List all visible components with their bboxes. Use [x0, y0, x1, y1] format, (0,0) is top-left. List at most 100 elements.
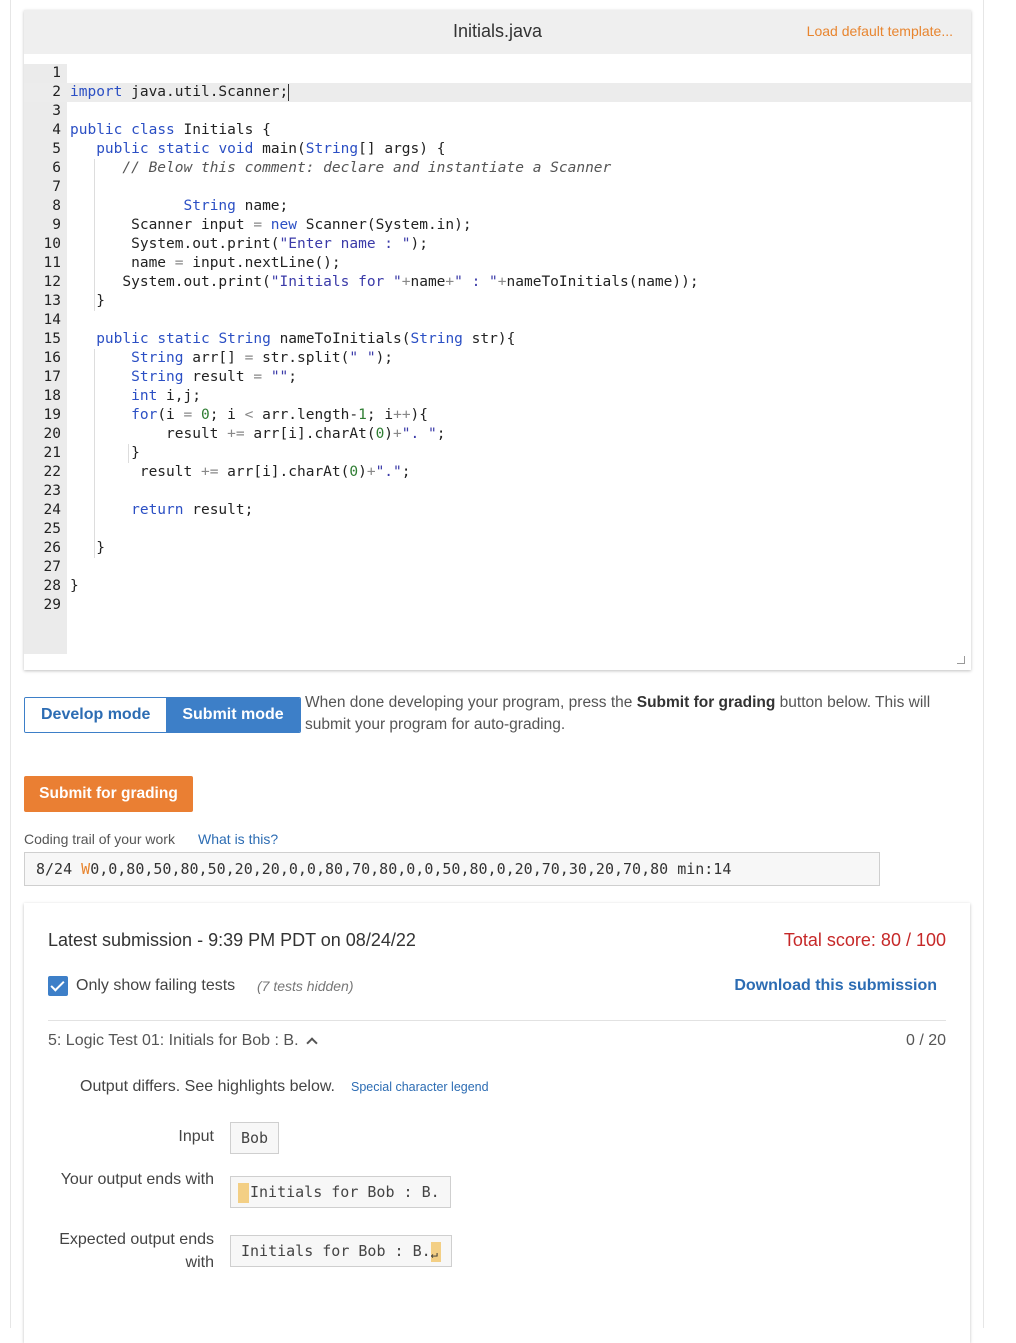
submit-mode-button[interactable]: Submit mode — [166, 698, 300, 732]
only-failing-checkbox[interactable] — [48, 976, 68, 996]
chevron-up-icon — [305, 1037, 318, 1049]
expected-output-value: Initials for Bob : B. — [241, 1242, 431, 1260]
code-line[interactable]: 19 for(i = 0; i < arr.length-1; i++){ — [24, 406, 971, 425]
code-text: // Below this comment: declare and insta… — [122, 160, 612, 176]
line-number: 19 — [43, 407, 61, 423]
code-line[interactable]: 21 } — [24, 444, 971, 463]
line-number: 8 — [52, 198, 61, 214]
code-line[interactable]: 8 String name; — [24, 197, 971, 216]
mode-desc-before: When done developing your program, press… — [305, 694, 637, 711]
code-editor: Initials.java Load default template... 1… — [24, 10, 971, 670]
code-line[interactable]: 4 public class Initials { — [24, 121, 971, 140]
coding-trail-label: Coding trail of your work — [24, 831, 175, 847]
text-cursor — [288, 83, 290, 101]
code-line[interactable]: 22 result += arr[i].charAt(0)+"."; — [24, 463, 971, 482]
code-text: import java.util.Scanner; — [70, 83, 290, 101]
editor-header: Initials.java Load default template... — [24, 10, 971, 54]
code-line[interactable]: 26 } — [24, 539, 971, 558]
code-line[interactable]: 29 — [24, 596, 971, 615]
code-line[interactable]: 15 public static String nameToInitials(S… — [24, 330, 971, 349]
code-text: int i,j; — [131, 388, 201, 404]
code-text: System.out.print("Enter name : "); — [70, 236, 428, 252]
line-number: 29 — [43, 597, 61, 613]
line-number: 28 — [43, 578, 61, 594]
line-number: 25 — [43, 521, 61, 537]
total-score: Total score: 80 / 100 — [783, 930, 946, 950]
code-text: String arr[] = str.split(" "); — [131, 350, 394, 366]
line-number: 14 — [43, 312, 61, 328]
highlight-marker — [238, 1182, 249, 1203]
line-number: 1 — [52, 65, 61, 81]
newline-icon — [430, 1239, 441, 1269]
trail-min: min:14 — [677, 860, 732, 878]
code-text: public static void main(String[] args) { — [96, 141, 446, 157]
code-line[interactable]: 1 — [24, 64, 971, 83]
your-output-label: Your output ends with — [60, 1171, 214, 1188]
line-number: 2 — [52, 84, 61, 100]
develop-mode-button[interactable]: Develop mode — [25, 698, 167, 732]
what-is-this-link[interactable]: What is this? — [198, 831, 278, 847]
output-differs-message: Output differs. See highlights below. — [80, 1078, 335, 1095]
line-number: 5 — [52, 141, 61, 157]
code-text: Scanner input = new Scanner(System.in); — [70, 217, 472, 233]
line-number: 7 — [52, 179, 61, 195]
load-default-template-link[interactable]: Load default template... — [807, 23, 953, 39]
line-number: 12 — [43, 274, 61, 290]
line-number: 27 — [43, 559, 61, 575]
code-line[interactable]: 11 name = input.nextLine(); — [24, 254, 971, 273]
mode-desc-bold: Submit for grading — [636, 694, 776, 711]
resize-handle-icon[interactable] — [957, 656, 965, 664]
code-line[interactable]: 6 // Below this comment: declare and ins… — [24, 159, 971, 178]
trail-date: 8/24 — [36, 860, 73, 878]
line-number: 24 — [43, 502, 61, 518]
coding-trail-box: 8/24 W0,0,80,50,80,50,20,20,0,0,80,70,80… — [24, 852, 880, 886]
tests-hidden-note: (7 tests hidden) — [257, 978, 354, 994]
line-number: 18 — [43, 388, 61, 404]
code-line[interactable]: 13 } — [24, 292, 971, 311]
code-line[interactable]: 5 public static void main(String[] args)… — [24, 140, 971, 159]
line-number: 4 — [52, 122, 61, 138]
code-text: String result = ""; — [131, 369, 298, 385]
code-line[interactable]: 3 — [24, 102, 971, 121]
code-line[interactable]: 12 System.out.print("Initials for "+name… — [24, 273, 971, 292]
code-line[interactable]: 28} — [24, 577, 971, 596]
code-text: public static String nameToInitials(Stri… — [96, 331, 516, 347]
test-case-toggle[interactable]: 5: Logic Test 01: Initials for Bob : B. — [48, 1032, 318, 1050]
trail-sequence: 0,0,80,50,80,50,20,20,0,0,80,70,80,0,0,5… — [90, 860, 669, 878]
code-text: name = input.nextLine(); — [70, 255, 341, 271]
code-line[interactable]: 27 — [24, 558, 971, 577]
code-text: } — [70, 578, 79, 594]
submit-for-grading-button[interactable]: Submit for grading — [24, 776, 193, 812]
code-line[interactable]: 18 int i,j; — [24, 387, 971, 406]
download-submission-link[interactable]: Download this submission — [734, 977, 937, 995]
code-line[interactable]: 2 import java.util.Scanner; — [24, 83, 971, 102]
results-card: Latest submission - 9:39 PM PDT on 08/24… — [24, 903, 970, 1343]
code-line[interactable]: 23 — [24, 482, 971, 501]
code-line[interactable]: 7 — [24, 178, 971, 197]
code-text: result += arr[i].charAt(0)+". "; — [70, 426, 446, 442]
code-text: for(i = 0; i < arr.length-1; i++){ — [131, 407, 429, 423]
only-failing-label[interactable]: Only show failing tests — [76, 977, 235, 995]
input-value-box: Bob — [230, 1122, 280, 1154]
code-line[interactable]: 14 — [24, 311, 971, 330]
line-number: 11 — [43, 255, 61, 271]
code-line[interactable]: 25 — [24, 520, 971, 539]
expected-output-label: Expected output ends with — [59, 1231, 214, 1271]
code-line[interactable]: 20 result += arr[i].charAt(0)+". "; — [24, 425, 971, 444]
code-line[interactable]: 24 return result; — [24, 501, 971, 520]
code-line[interactable]: 17 String result = ""; — [24, 368, 971, 387]
latest-submission: Latest submission - 9:39 PM PDT on 08/24… — [48, 930, 416, 950]
line-number: 10 — [43, 236, 61, 252]
test-case-score: 0 / 20 — [905, 1032, 946, 1049]
special-character-legend-link[interactable]: Special character legend — [351, 1080, 489, 1094]
code-line[interactable]: 16 String arr[] = str.split(" "); — [24, 349, 971, 368]
expected-output-box: Initials for Bob : B. — [230, 1235, 452, 1269]
code-line[interactable]: 9 Scanner input = new Scanner(System.in)… — [24, 216, 971, 235]
code-area[interactable]: 1 2 import java.util.Scanner; 3 4 public clas… — [24, 64, 971, 654]
code-line[interactable]: 10 System.out.print("Enter name : "); — [24, 235, 971, 254]
trail-w-token: W — [81, 860, 91, 878]
line-number: 20 — [43, 426, 61, 442]
code-text: String name; — [183, 198, 289, 214]
code-text: public class Initials { — [70, 122, 271, 138]
line-number: 23 — [43, 483, 61, 499]
